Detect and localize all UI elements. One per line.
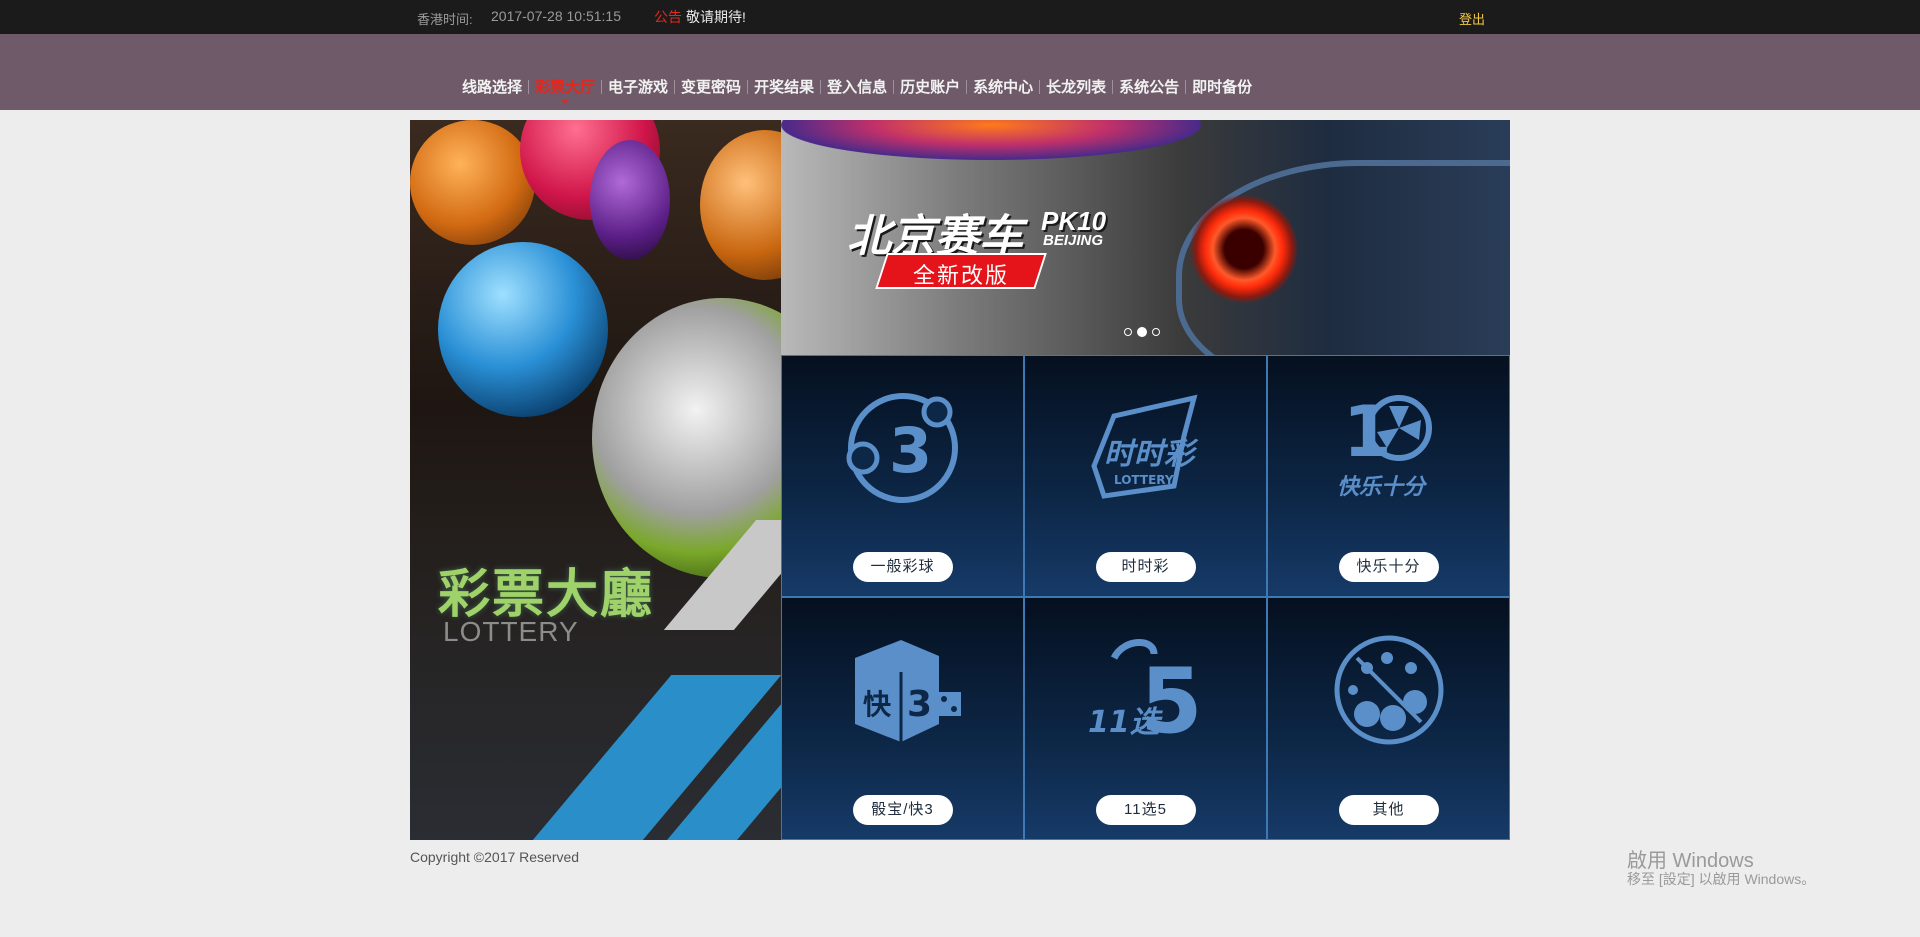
ssc-lottery-icon: 时时彩 LOTTERY: [1090, 394, 1199, 499]
time-label: 香港时间:: [417, 12, 473, 27]
svg-text:3: 3: [889, 414, 932, 487]
notice-label: 公告: [654, 9, 682, 25]
nav-divider: [1039, 79, 1041, 94]
game-tile-11x5[interactable]: 5 11选 11选5: [1024, 597, 1267, 840]
nav-divider: [747, 79, 749, 94]
promo-banner[interactable]: 北京赛车 PK10 BEIJING 全新改版: [781, 120, 1510, 355]
11x5-icon: 5 11选: [1088, 639, 1202, 752]
lottery-ball-purple: [590, 140, 670, 260]
nav-divider: [528, 79, 530, 94]
nav-divider: [1112, 79, 1114, 94]
nav-divider: [1185, 79, 1187, 94]
game-label: 快乐十分: [1338, 552, 1439, 582]
carousel-dots: [1124, 327, 1160, 337]
nav-item-history-account[interactable]: 历史账户: [899, 76, 961, 97]
dice-k3-icon: 快 3: [854, 640, 961, 742]
svg-text:LOTTERY: LOTTERY: [1114, 473, 1174, 487]
svg-text:时时彩: 时时彩: [1104, 437, 1199, 472]
notice-text: 敬请期待!: [686, 9, 746, 25]
game-tile-happy-10[interactable]: 1 快乐十分 快乐十分: [1267, 355, 1510, 597]
copyright: Copyright ©2017 Reserved: [410, 849, 580, 865]
game-label: 骰宝/快3: [852, 795, 953, 825]
game-label: 时时彩: [1095, 552, 1196, 582]
lottery-hall-hero: 彩票大廳 LOTTERY: [410, 120, 781, 840]
game-tile-other[interactable]: 其他: [1267, 597, 1510, 840]
banner-tag-text: 全新改版: [912, 263, 1009, 288]
hong-kong-time: 2017-07-28 10:51:15: [491, 8, 621, 24]
main-nav: 线路选择 彩票大厅 电子游戏 变更密码 开奖结果 登入信息 历史账户 系统中心 …: [461, 76, 1253, 104]
game-tile-ssc[interactable]: 时时彩 LOTTERY 时时彩: [1024, 355, 1267, 597]
svg-text:快乐十分: 快乐十分: [1337, 475, 1428, 500]
nav-divider: [601, 79, 603, 94]
ball-3-icon: 3: [846, 393, 958, 503]
nav-item-route-select[interactable]: 线路选择: [461, 76, 523, 97]
game-grid: 3 一般彩球 时时彩 LOTTERY 时时彩 1 快乐十分 快乐十分 快 3 骰…: [781, 355, 1510, 840]
hero-subtitle: LOTTERY: [443, 616, 579, 647]
nav-item-system-center[interactable]: 系统中心: [972, 76, 1034, 97]
game-tile-general-ball[interactable]: 3 一般彩球: [781, 355, 1024, 597]
carousel-dot-3[interactable]: [1152, 328, 1160, 336]
nav-item-change-password[interactable]: 变更密码: [680, 76, 742, 97]
svg-text:11选: 11选: [1088, 705, 1164, 740]
nav-divider: [966, 79, 968, 94]
lottery-ball-blue: [438, 242, 608, 417]
carousel-dot-1[interactable]: [1124, 328, 1132, 336]
svg-text:快: 快: [863, 688, 892, 721]
nav-item-draw-results[interactable]: 开奖结果: [753, 76, 815, 97]
nav-item-instant-backup[interactable]: 即时备份: [1191, 76, 1253, 97]
nav-item-electronic-games[interactable]: 电子游戏: [607, 76, 669, 97]
nav-divider: [893, 79, 895, 94]
flame-decoration: [781, 120, 1201, 160]
nav-divider: [674, 79, 676, 94]
nav-item-long-dragon-list[interactable]: 长龙列表: [1045, 76, 1107, 97]
car-taillight: [1189, 194, 1299, 304]
other-balls-icon: [1334, 635, 1443, 745]
nav-item-lottery-hall[interactable]: 彩票大厅: [534, 76, 596, 104]
top-bar: 香港时间: 2017-07-28 10:51:15 公告 敬请期待! 登出: [0, 0, 1920, 34]
logout-link[interactable]: 登出: [1459, 9, 1485, 28]
nav-item-login-info[interactable]: 登入信息: [826, 76, 888, 97]
game-label: 11选5: [1095, 795, 1196, 825]
lottery-ball-orange: [410, 120, 535, 245]
svg-text:3: 3: [907, 684, 932, 725]
happy-10-icon: 1 快乐十分: [1337, 391, 1432, 500]
lottery-ball-orange-right: [700, 130, 781, 280]
nav-item-system-announcement[interactable]: 系统公告: [1118, 76, 1180, 97]
nav-divider: [820, 79, 822, 94]
windows-activation-hint: 移至 [設定] 以啟用 Windows。: [1627, 871, 1816, 887]
game-label: 其他: [1338, 795, 1439, 825]
banner-subtitle: BEIJING: [1043, 232, 1104, 249]
nav-bar: 线路选择 彩票大厅 电子游戏 变更密码 开奖结果 登入信息 历史账户 系统中心 …: [0, 34, 1920, 110]
game-label: 一般彩球: [852, 552, 953, 582]
carousel-dot-2[interactable]: [1137, 327, 1147, 337]
game-tile-dice-k3[interactable]: 快 3 骰宝/快3: [781, 597, 1024, 840]
